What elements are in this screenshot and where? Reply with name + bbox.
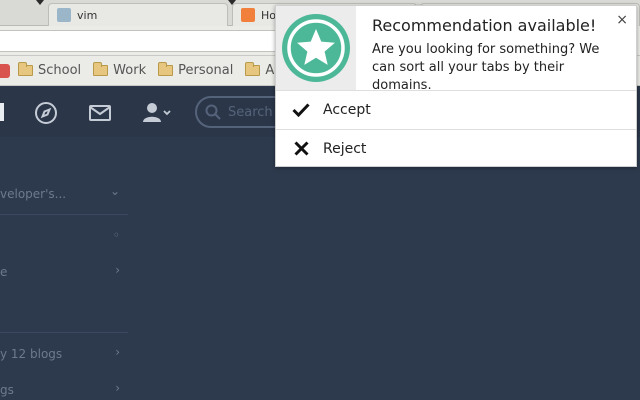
reject-button[interactable]: Reject [276,129,636,167]
sidebar-item-e[interactable]: e › [0,263,128,279]
search-icon [205,104,221,120]
popup-header: Recommendation available! Are you lookin… [276,6,636,93]
popup-logo [276,6,356,90]
sidebar-item-label: e [0,265,8,279]
vim-favicon-icon [57,8,71,22]
folder-icon [18,62,33,76]
sidebar-item-label: veloper's... [0,187,67,201]
sidebar-divider [0,214,128,215]
sidebar-item-label: y 12 blogs [0,347,63,361]
bookmark-label: Personal [178,63,234,78]
red-bookmark-icon[interactable] [0,63,10,78]
tab-caret-icon [36,0,44,5]
search-placeholder: Search [228,104,273,120]
mail-icon[interactable] [88,101,112,125]
accept-button[interactable]: Accept [276,90,636,128]
sidebar-item-label: gs [0,383,14,397]
popup-message: Are you looking for something? We can so… [372,42,600,93]
compass-icon[interactable] [34,101,58,125]
bookmark-label: A [265,63,275,78]
recommendation-popup: Recommendation available! Are you lookin… [275,5,637,167]
address-bar[interactable] [0,30,280,52]
chevron-right-icon: › [115,381,120,395]
bookmark-folder-a[interactable]: A [245,62,275,78]
user-menu-icon[interactable] [142,101,172,125]
tab-label: Ho [261,8,277,22]
bookmark-folder-school[interactable]: School [18,62,82,78]
check-icon [289,102,313,117]
folder-icon [158,62,174,76]
chevron-right-icon: › [115,263,120,277]
tab-label: vim [77,8,98,22]
active-nav-indicator [0,103,4,121]
folder-icon [93,62,109,76]
orange-favicon-icon [241,8,255,22]
bookmark-label: Work [113,63,147,78]
circle-icon: ◦ [112,228,120,242]
chevron-down-icon: ⌄ [109,184,120,198]
close-icon[interactable]: × [616,12,628,28]
sidebar-item-gs[interactable]: gs › [0,381,128,397]
reject-label: Reject [323,140,367,157]
sidebar-item-developers[interactable]: veloper's... ⌄ [0,184,128,201]
bookmark-folder-work[interactable]: Work [93,62,147,78]
accept-label: Accept [323,101,371,118]
browser-tab-vim[interactable]: vim [48,3,228,26]
folder-icon [245,62,261,76]
chevron-right-icon: › [115,345,120,359]
bookmark-label: School [38,63,82,78]
sidebar-item-blogs[interactable]: y 12 blogs › [0,345,128,361]
bookmark-folder-personal[interactable]: Personal [158,62,234,78]
x-icon [289,141,313,156]
star-badge-icon [282,14,350,82]
sidebar-divider [0,332,128,333]
popup-title: Recommendation available! [372,16,597,35]
screen: vim Ho School Work Personal A Search vel… [0,0,640,400]
